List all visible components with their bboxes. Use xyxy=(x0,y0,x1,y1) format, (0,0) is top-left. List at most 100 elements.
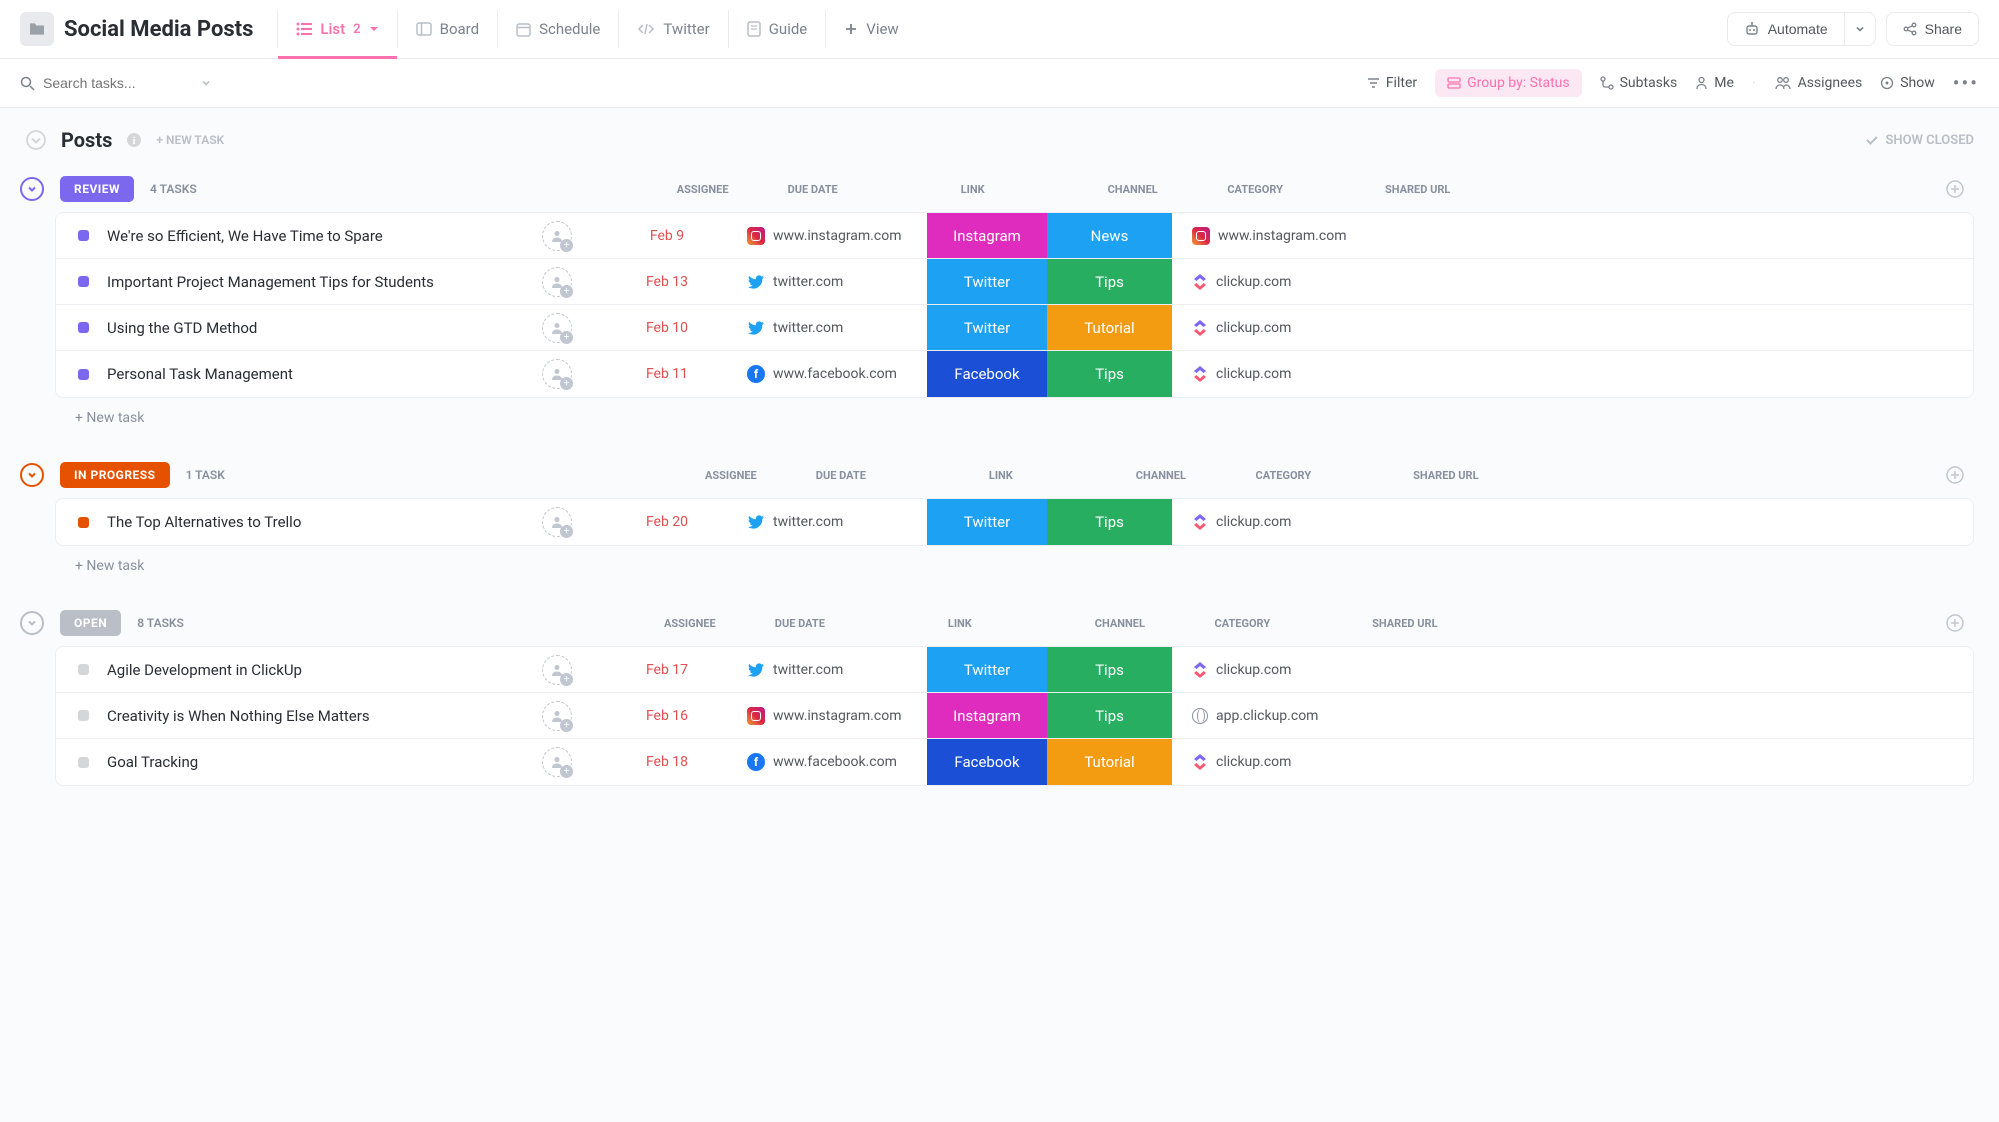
col-due[interactable]: DUE DATE xyxy=(740,617,860,630)
col-shared[interactable]: SHARED URL xyxy=(1318,183,1518,196)
channel-cell[interactable]: Instagram xyxy=(927,693,1047,738)
col-category[interactable]: CATEGORY xyxy=(1221,469,1346,482)
subtasks-button[interactable]: Subtasks xyxy=(1600,75,1678,91)
add-column-icon[interactable] xyxy=(1946,614,1964,632)
assignee-placeholder-icon[interactable] xyxy=(542,359,572,389)
tab-add-view[interactable]: View xyxy=(825,10,916,48)
automate-dropdown[interactable] xyxy=(1845,12,1876,46)
col-assignee[interactable]: ASSIGNEE xyxy=(653,183,753,196)
shared-cell[interactable]: clickup.com xyxy=(1172,514,1372,530)
assignee-placeholder-icon[interactable] xyxy=(542,701,572,731)
more-button[interactable]: ••• xyxy=(1953,71,1979,95)
shared-cell[interactable]: www.instagram.com xyxy=(1172,227,1372,245)
assignee-cell[interactable] xyxy=(507,267,607,297)
link-cell[interactable]: www.instagram.com xyxy=(727,227,927,245)
channel-cell[interactable]: Twitter xyxy=(927,259,1047,304)
group-by-button[interactable]: Group by: Status xyxy=(1435,69,1581,97)
assignee-placeholder-icon[interactable] xyxy=(542,313,572,343)
due-cell[interactable]: Feb 18 xyxy=(607,754,727,770)
category-cell[interactable]: Tips xyxy=(1047,693,1172,738)
collapse-icon[interactable] xyxy=(20,177,44,201)
assignee-placeholder-icon[interactable] xyxy=(542,267,572,297)
new-task-row[interactable]: + New task xyxy=(55,546,1974,586)
show-button[interactable]: Show xyxy=(1880,75,1935,91)
assignee-cell[interactable] xyxy=(507,507,607,537)
channel-cell[interactable]: Twitter xyxy=(927,305,1047,350)
col-shared[interactable]: SHARED URL xyxy=(1305,617,1505,630)
task-row[interactable]: Creativity is When Nothing Else Matters … xyxy=(56,693,1973,739)
new-task-header[interactable]: + NEW TASK xyxy=(156,133,224,147)
task-row[interactable]: Goal Tracking Feb 18 fwww.facebook.com F… xyxy=(56,739,1973,785)
task-row[interactable]: The Top Alternatives to Trello Feb 20 tw… xyxy=(56,499,1973,545)
col-assignee[interactable]: ASSIGNEE xyxy=(681,469,781,482)
assignee-cell[interactable] xyxy=(507,359,607,389)
shared-cell[interactable]: clickup.com xyxy=(1172,366,1372,382)
tab-board[interactable]: Board xyxy=(397,10,497,48)
assignee-placeholder-icon[interactable] xyxy=(542,655,572,685)
category-cell[interactable]: Tips xyxy=(1047,647,1172,692)
due-cell[interactable]: Feb 11 xyxy=(607,366,727,382)
col-channel[interactable]: CHANNEL xyxy=(1060,617,1180,630)
channel-cell[interactable]: Facebook xyxy=(927,351,1047,397)
col-category[interactable]: CATEGORY xyxy=(1180,617,1305,630)
task-row[interactable]: Using the GTD Method Feb 10 twitter.com … xyxy=(56,305,1973,351)
status-dot[interactable] xyxy=(78,369,89,380)
category-cell[interactable]: Tips xyxy=(1047,259,1172,304)
col-channel[interactable]: CHANNEL xyxy=(1101,469,1221,482)
shared-cell[interactable]: clickup.com xyxy=(1172,274,1372,290)
task-name[interactable]: Agile Development in ClickUp xyxy=(107,651,507,689)
shared-cell[interactable]: app.clickup.com xyxy=(1172,708,1372,724)
task-name[interactable]: We're so Efficient, We Have Time to Spar… xyxy=(107,217,507,255)
col-link[interactable]: LINK xyxy=(873,183,1073,196)
due-cell[interactable]: Feb 16 xyxy=(607,708,727,724)
info-icon[interactable]: i xyxy=(126,132,142,148)
tab-twitter[interactable]: Twitter xyxy=(618,10,727,48)
status-dot[interactable] xyxy=(78,322,89,333)
status-dot[interactable] xyxy=(78,757,89,768)
due-cell[interactable]: Feb 17 xyxy=(607,662,727,678)
task-name[interactable]: Goal Tracking xyxy=(107,743,507,781)
search-input[interactable] xyxy=(43,75,193,91)
link-cell[interactable]: twitter.com xyxy=(727,513,927,531)
link-cell[interactable]: fwww.facebook.com xyxy=(727,365,927,383)
collapse-icon[interactable] xyxy=(20,611,44,635)
channel-cell[interactable]: Twitter xyxy=(927,499,1047,545)
category-cell[interactable]: Tutorial xyxy=(1047,305,1172,350)
assignee-placeholder-icon[interactable] xyxy=(542,221,572,251)
col-category[interactable]: CATEGORY xyxy=(1193,183,1318,196)
status-dot[interactable] xyxy=(78,276,89,287)
due-cell[interactable]: Feb 10 xyxy=(607,320,727,336)
link-cell[interactable]: www.instagram.com xyxy=(727,707,927,725)
category-cell[interactable]: Tips xyxy=(1047,351,1172,397)
channel-cell[interactable]: Facebook xyxy=(927,739,1047,785)
due-cell[interactable]: Feb 13 xyxy=(607,274,727,290)
col-due[interactable]: DUE DATE xyxy=(781,469,901,482)
share-button[interactable]: Share xyxy=(1886,12,1979,46)
assignees-button[interactable]: Assignees xyxy=(1774,75,1863,91)
task-name[interactable]: The Top Alternatives to Trello xyxy=(107,503,507,541)
assignee-cell[interactable] xyxy=(507,221,607,251)
automate-button[interactable]: Automate xyxy=(1727,12,1845,46)
chevron-down-icon[interactable] xyxy=(201,78,211,88)
status-pill[interactable]: REVIEW xyxy=(60,176,134,202)
status-dot[interactable] xyxy=(78,517,89,528)
task-name[interactable]: Personal Task Management xyxy=(107,355,507,393)
task-name[interactable]: Creativity is When Nothing Else Matters xyxy=(107,697,507,735)
link-cell[interactable]: twitter.com xyxy=(727,661,927,679)
assignee-cell[interactable] xyxy=(507,313,607,343)
channel-cell[interactable]: Twitter xyxy=(927,647,1047,692)
status-dot[interactable] xyxy=(78,710,89,721)
task-name[interactable]: Using the GTD Method xyxy=(107,309,507,347)
collapse-icon[interactable] xyxy=(20,463,44,487)
show-closed[interactable]: SHOW CLOSED xyxy=(1865,133,1974,148)
col-link[interactable]: LINK xyxy=(860,617,1060,630)
due-cell[interactable]: Feb 20 xyxy=(607,514,727,530)
col-channel[interactable]: CHANNEL xyxy=(1073,183,1193,196)
col-link[interactable]: LINK xyxy=(901,469,1101,482)
filter-button[interactable]: Filter xyxy=(1367,75,1417,91)
category-cell[interactable]: Tips xyxy=(1047,499,1172,545)
collapse-all-icon[interactable] xyxy=(25,129,47,151)
channel-cell[interactable]: Instagram xyxy=(927,213,1047,258)
category-cell[interactable]: Tutorial xyxy=(1047,739,1172,785)
new-task-row[interactable]: + New task xyxy=(55,398,1974,438)
